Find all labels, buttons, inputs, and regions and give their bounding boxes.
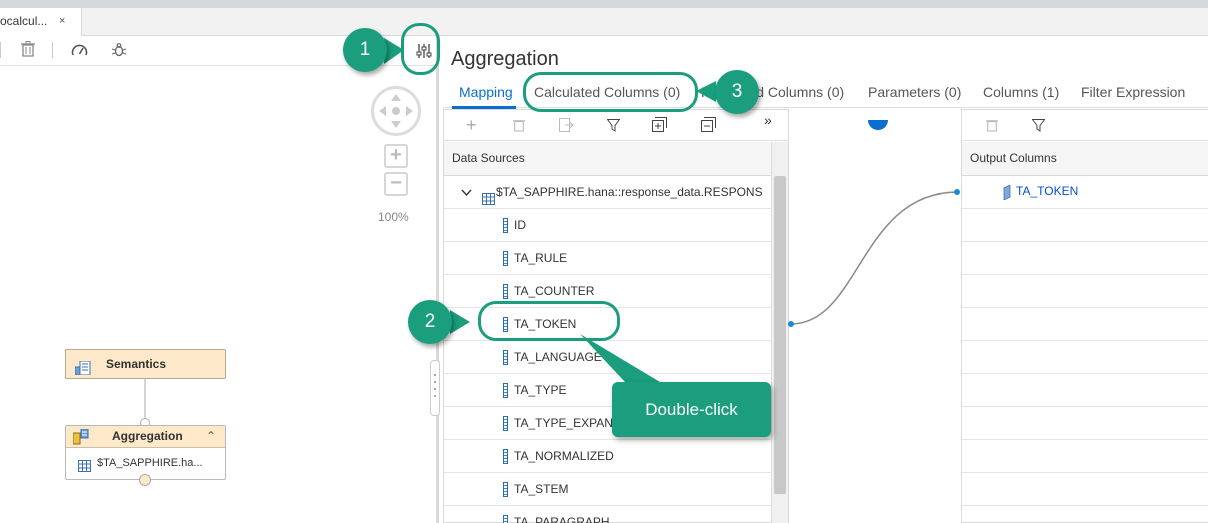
output-column-row[interactable]: TA_TOKEN [962, 176, 1208, 209]
double-click-callout: Double-click [612, 382, 771, 437]
column-icon [503, 251, 508, 266]
output-column-label: TA_TOKEN [1016, 184, 1079, 198]
column-label: TA_RULE [514, 251, 568, 265]
collapse-icon[interactable]: ⌃ [206, 426, 216, 447]
pan-control[interactable] [371, 86, 421, 136]
gauge-icon[interactable] [71, 43, 88, 60]
empty-row [962, 242, 1208, 275]
empty-row [962, 374, 1208, 407]
column-row[interactable]: ID [444, 209, 772, 242]
empty-row [962, 275, 1208, 308]
aggregation-icon [72, 428, 89, 452]
aggregation-source-label: $TA_SAPPHIRE.ha... [97, 457, 203, 469]
aggregation-label: Aggregation [112, 429, 183, 443]
tab-filter-expression[interactable]: Filter Expression [1081, 84, 1185, 100]
mapping-connector [788, 120, 960, 327]
tab-parameters[interactable]: Parameters (0) [868, 84, 961, 100]
highlight-ring [523, 72, 698, 112]
chevron-down-icon[interactable] [461, 176, 472, 208]
empty-row [962, 308, 1208, 341]
table-icon [78, 457, 91, 481]
column-row[interactable]: TA_STEM [444, 473, 772, 506]
close-icon[interactable]: × [59, 8, 65, 35]
empty-row [962, 473, 1208, 506]
node-output-port[interactable] [139, 474, 151, 486]
callout-step-2: 2 [408, 300, 452, 344]
column-label: TA_NORMALIZED [514, 449, 614, 463]
column-icon [503, 218, 508, 233]
bug-icon[interactable] [111, 42, 127, 61]
filter-icon[interactable] [606, 119, 621, 137]
semantics-label: Semantics [106, 357, 167, 371]
column-label: TA_STEM [514, 482, 569, 496]
empty-row [962, 440, 1208, 473]
tab-columns[interactable]: Columns (1) [983, 84, 1059, 100]
editor-tab[interactable]: ocalcul... × [0, 8, 82, 36]
filter-icon[interactable] [1031, 119, 1046, 137]
tab-mapping[interactable]: Mapping [459, 84, 513, 100]
column-icon [503, 350, 508, 365]
output-toolbar [962, 110, 1208, 141]
column-icon [503, 449, 508, 464]
column-icon [503, 515, 508, 523]
data-sources-header: Data Sources [444, 142, 771, 176]
trash-icon[interactable] [986, 118, 998, 137]
column-row[interactable]: TA_RULE [444, 242, 772, 275]
trash-icon[interactable] [513, 118, 525, 137]
zoom-in-button[interactable]: + [384, 144, 408, 168]
callout-step-1: 1 [343, 28, 387, 72]
pane-divider[interactable] [436, 36, 439, 523]
column-label: TA_TYPE_EXPAN [514, 416, 613, 430]
column-icon [1003, 184, 1011, 205]
source-node-row[interactable]: $TA_SAPPHIRE.hana::response_data.RESPONS [444, 176, 772, 209]
column-row[interactable]: TA_NORMALIZED [444, 440, 772, 473]
empty-row [962, 209, 1208, 242]
aggregation-node-header: Aggregation ⌃ [66, 426, 225, 448]
semantics-node[interactable]: Semantics [65, 349, 226, 379]
highlight-ring [401, 23, 440, 75]
semantics-icon [74, 357, 91, 386]
empty-row [962, 407, 1208, 440]
diagram-connector [140, 379, 150, 428]
output-columns-list: TA_TOKEN [962, 176, 1208, 523]
pane-resize-handle[interactable] [430, 360, 440, 416]
empty-row [962, 341, 1208, 374]
column-label: ID [514, 218, 526, 232]
collapse-all-icon[interactable] [701, 117, 716, 137]
column-label: TA_TYPE [514, 383, 567, 397]
column-icon [503, 383, 508, 398]
zoom-out-button[interactable]: − [384, 172, 408, 196]
column-row[interactable]: TA_PARAGRAPH [444, 506, 772, 523]
toolbar-separator [52, 42, 53, 58]
aggregation-node[interactable]: Aggregation ⌃ $TA_SAPPHIRE.ha... [65, 425, 226, 480]
output-columns-header: Output Columns [962, 142, 1208, 176]
expand-all-icon[interactable] [652, 117, 667, 137]
column-icon [503, 482, 508, 497]
window-top-strip [0, 0, 1208, 8]
column-icon [503, 284, 508, 299]
page-title: Aggregation [451, 48, 559, 70]
aggregation-source-row[interactable]: $TA_SAPPHIRE.ha... [66, 451, 225, 475]
zoom-level: 100% [378, 210, 409, 224]
add-icon[interactable]: + [466, 116, 477, 134]
editor-tab-bar [0, 8, 1208, 36]
column-icon [503, 416, 508, 431]
trash-icon[interactable] [21, 41, 35, 60]
toolbar-separator [0, 42, 1, 58]
source-node-label: $TA_SAPPHIRE.hana::response_data.RESPONS [496, 185, 763, 199]
callout-step-3: 3 [715, 70, 759, 114]
column-label: TA_PARAGRAPH [514, 515, 610, 523]
editor-tab-label: ocalcul... [0, 14, 48, 28]
map-to-output-icon[interactable] [559, 118, 574, 137]
